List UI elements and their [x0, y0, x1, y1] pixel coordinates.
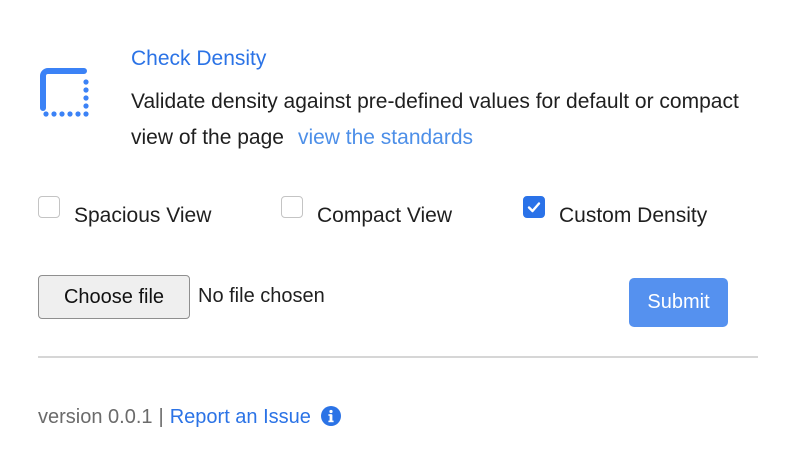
page-title[interactable]: Check Density — [131, 47, 266, 71]
option-spacious-view[interactable]: Spacious View — [38, 196, 212, 228]
version-text: version 0.0.1 — [38, 406, 153, 428]
file-status: No file chosen — [198, 285, 325, 307]
submit-button[interactable]: Submit — [629, 278, 728, 327]
checkmark-icon — [527, 202, 541, 213]
choose-file-button[interactable]: Choose file — [38, 275, 190, 319]
compact-view-checkbox[interactable] — [281, 196, 303, 218]
option-compact-view[interactable]: Compact View — [281, 196, 453, 228]
footer: version 0.0.1 | Report an Issue — [38, 405, 342, 429]
info-icon[interactable] — [320, 405, 342, 427]
footer-separator: | — [158, 406, 164, 428]
report-issue-link[interactable]: Report an Issue — [170, 406, 311, 429]
custom-density-checkbox[interactable] — [523, 196, 545, 218]
density-frame-icon — [40, 68, 89, 117]
custom-density-label: Custom Density — [559, 204, 708, 227]
header: Check Density Validate density against p… — [36, 44, 776, 154]
view-options: Spacious View Compact View Custom Densit… — [38, 196, 778, 234]
compact-view-label: Compact View — [317, 204, 453, 227]
divider — [38, 356, 758, 358]
spacious-view-label: Spacious View — [74, 204, 212, 227]
option-custom-density[interactable]: Custom Density — [523, 196, 708, 228]
spacious-view-checkbox[interactable] — [38, 196, 60, 218]
view-standards-link[interactable]: view the standards — [298, 126, 473, 149]
description: Validate density against pre-defined val… — [131, 84, 771, 156]
